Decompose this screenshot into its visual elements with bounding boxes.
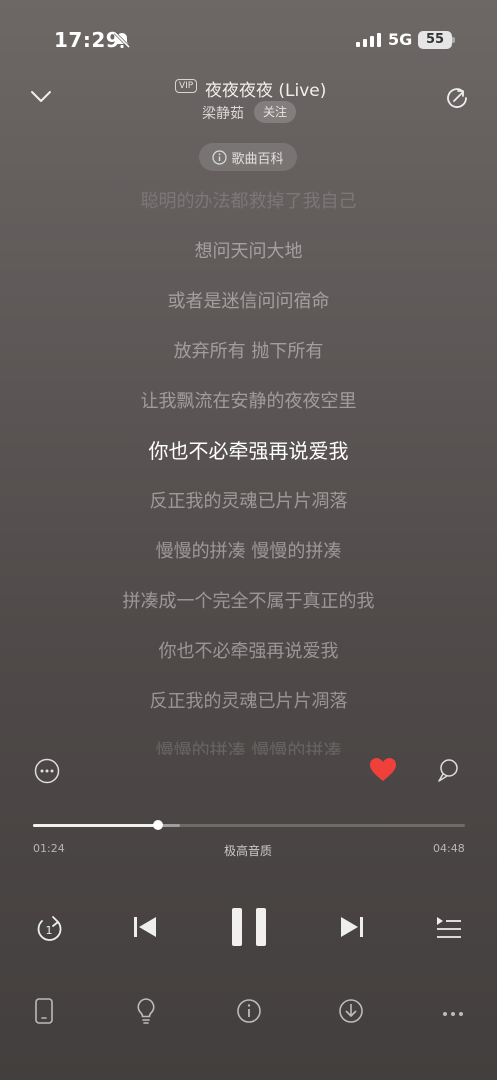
lyric-line[interactable]: 反正我的灵魂已片片凋落 (0, 687, 497, 713)
lightbulb-icon[interactable] (135, 997, 157, 1025)
info-icon (212, 149, 228, 165)
battery-icon: 55 (418, 31, 452, 49)
signal-icon (356, 33, 382, 49)
previous-track-icon[interactable] (131, 913, 159, 941)
progress-handle[interactable] (153, 820, 163, 830)
lyric-line[interactable]: 拼凑成一个完全不属于真正的我 (0, 587, 497, 613)
pause-icon[interactable] (230, 906, 268, 948)
artist-name[interactable]: 梁静茹 (202, 103, 244, 123)
song-wiki-label: 歌曲百科 (231, 151, 284, 167)
collapse-chevron-icon[interactable] (28, 84, 54, 110)
lyric-line[interactable]: 慢慢的拼凑 慢慢的拼凑 (0, 737, 497, 755)
lyric-line[interactable]: 让我飘流在安静的夜夜空里 (0, 387, 497, 413)
info-icon[interactable] (236, 998, 262, 1024)
network-type: 5G (388, 30, 413, 49)
follow-button[interactable]: 关注 (254, 101, 296, 123)
lyrics-panel[interactable]: 聪明的办法都救掉了我自己 想问天问大地 或者是迷信问问宿命 放弃所有 抛下所有 让我飘流… (0, 180, 497, 755)
svg-text:1: 1 (46, 924, 53, 937)
lyric-line[interactable]: 反正我的灵魂已片片凋落 (0, 487, 497, 513)
more-options-icon[interactable] (34, 758, 60, 784)
device-icon[interactable] (34, 998, 54, 1024)
vip-badge: VIP (175, 79, 198, 93)
song-wiki-button[interactable]: 歌曲百科 (199, 143, 297, 171)
more-horizontal-icon[interactable] (441, 1005, 465, 1017)
share-icon[interactable] (445, 86, 471, 112)
download-icon[interactable] (338, 998, 364, 1024)
audio-quality-button[interactable]: 极高音质 (224, 842, 272, 859)
status-time: 17:29 (54, 28, 121, 52)
current-time: 01:24 (33, 842, 65, 855)
lyric-line[interactable]: 放弃所有 抛下所有 (0, 337, 497, 363)
bell-muted-icon (112, 30, 132, 50)
song-title: 夜夜夜夜 (Live) (205, 81, 327, 101)
lyric-line[interactable]: 想问天问大地 (0, 237, 497, 263)
lyric-line[interactable]: 慢慢的拼凑 慢慢的拼凑 (0, 537, 497, 563)
playlist-icon[interactable] (435, 913, 463, 941)
lyric-line[interactable]: 你也不必牵强再说爱我 (0, 637, 497, 663)
comment-icon[interactable] (435, 758, 461, 784)
lyric-line[interactable]: 聪明的办法都救掉了我自己 (0, 187, 497, 213)
duration: 04:48 (433, 842, 465, 855)
repeat-one-icon[interactable]: 1 (34, 913, 64, 943)
lyric-line[interactable]: 或者是迷信问问宿命 (0, 287, 497, 313)
lyric-line-active[interactable]: 你也不必牵强再说爱我 (0, 435, 497, 464)
progress-played (33, 824, 158, 827)
next-track-icon[interactable] (338, 913, 366, 941)
like-heart-icon[interactable] (369, 757, 397, 783)
battery-tip (452, 37, 455, 43)
